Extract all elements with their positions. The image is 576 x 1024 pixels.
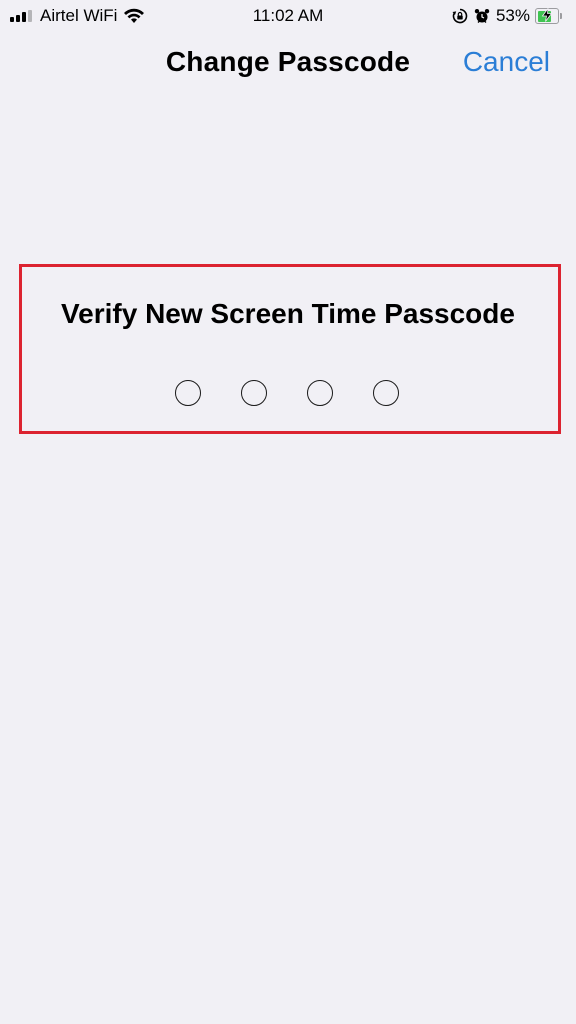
passcode-entry-field[interactable] [0, 380, 576, 410]
status-bar: Airtel WiFi 11:02 AM 53% [0, 0, 576, 32]
battery-charging-icon [535, 8, 559, 24]
passcode-digit-4 [373, 380, 399, 406]
passcode-digit-3 [307, 380, 333, 406]
passcode-digit-2 [241, 380, 267, 406]
navigation-bar: Change Passcode Cancel [0, 40, 576, 88]
passcode-digit-1 [175, 380, 201, 406]
alarm-icon [474, 9, 490, 23]
passcode-prompt: Verify New Screen Time Passcode [61, 298, 515, 329]
status-right: 53% [452, 6, 562, 26]
orientation-lock-icon [452, 8, 468, 24]
battery-percent: 53% [495, 6, 530, 25]
battery-tip [560, 13, 562, 19]
cancel-button[interactable]: Cancel [463, 46, 550, 78]
